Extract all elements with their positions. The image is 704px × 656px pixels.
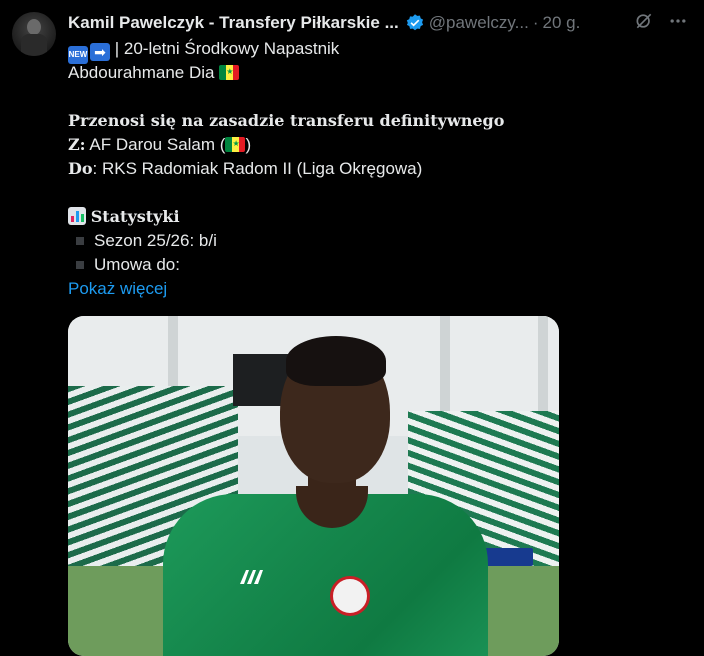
- avatar[interactable]: [12, 12, 56, 56]
- stat-contract: Umowa do:: [94, 255, 180, 274]
- avatar-head: [27, 19, 41, 35]
- to-line: Do: RKS Radomiak Radom II (Liga Okręgowa…: [68, 157, 422, 181]
- verified-badge-icon[interactable]: [405, 13, 425, 33]
- position-text: | 20-letni Środkowy Napastnik: [114, 39, 340, 58]
- separator-dot: ·: [532, 13, 539, 32]
- author-name[interactable]: Kamil Pawelczyk - Transfery Piłkarskie .…: [68, 13, 399, 33]
- author-handle[interactable]: @pawelczy...: [429, 13, 529, 33]
- to-label: Do: [68, 159, 93, 178]
- square-bullet-icon: [76, 260, 84, 269]
- club-crest-icon: [330, 576, 370, 616]
- more-icon[interactable]: [668, 11, 688, 36]
- tweet-line-1: NEW ➡ | 20-letni Środkowy Napastnik: [68, 37, 339, 64]
- transfer-heading: Przenosi się na zasadzie transferu defin…: [68, 111, 505, 130]
- kit-logo-icon: [240, 570, 263, 584]
- player-name: Abdourahmane Dia: [68, 63, 215, 82]
- show-more-link[interactable]: Pokaż więcej: [68, 277, 167, 301]
- tweet-line-2: Abdourahmane Dia ★: [68, 61, 240, 85]
- stat-line-2: Umowa do:: [68, 253, 180, 277]
- from-label: Z:: [68, 135, 86, 154]
- player-hair: [286, 336, 386, 386]
- stats-heading: Statystyki: [90, 207, 180, 226]
- stat-line-1: Sezon 25/26: b/i: [68, 229, 217, 253]
- stat-season: Sezon 25/26: b/i: [94, 231, 217, 250]
- tweet-photo[interactable]: [68, 316, 559, 656]
- right-arrow-icon: ➡: [90, 43, 110, 61]
- timestamp[interactable]: 20 g.: [543, 13, 581, 33]
- to-club: : RKS Radomiak Radom II (Liga Okręgowa): [92, 159, 423, 178]
- tweet-header: Kamil Pawelczyk - Transfery Piłkarskie .…: [68, 11, 694, 35]
- grok-icon[interactable]: [634, 11, 654, 36]
- square-bullet-icon: [76, 236, 84, 245]
- from-club: AF Darou Salam (: [89, 135, 226, 154]
- ad-board: [483, 548, 533, 566]
- stats-heading-line: Statystyki: [68, 205, 180, 229]
- from-line: Z: AF Darou Salam (★): [68, 133, 251, 157]
- avatar-body: [21, 34, 47, 56]
- bar-chart-icon: [68, 207, 86, 225]
- from-club-end: ): [245, 135, 252, 154]
- senegal-flag-icon: ★: [225, 137, 246, 152]
- senegal-flag-icon: ★: [219, 65, 240, 80]
